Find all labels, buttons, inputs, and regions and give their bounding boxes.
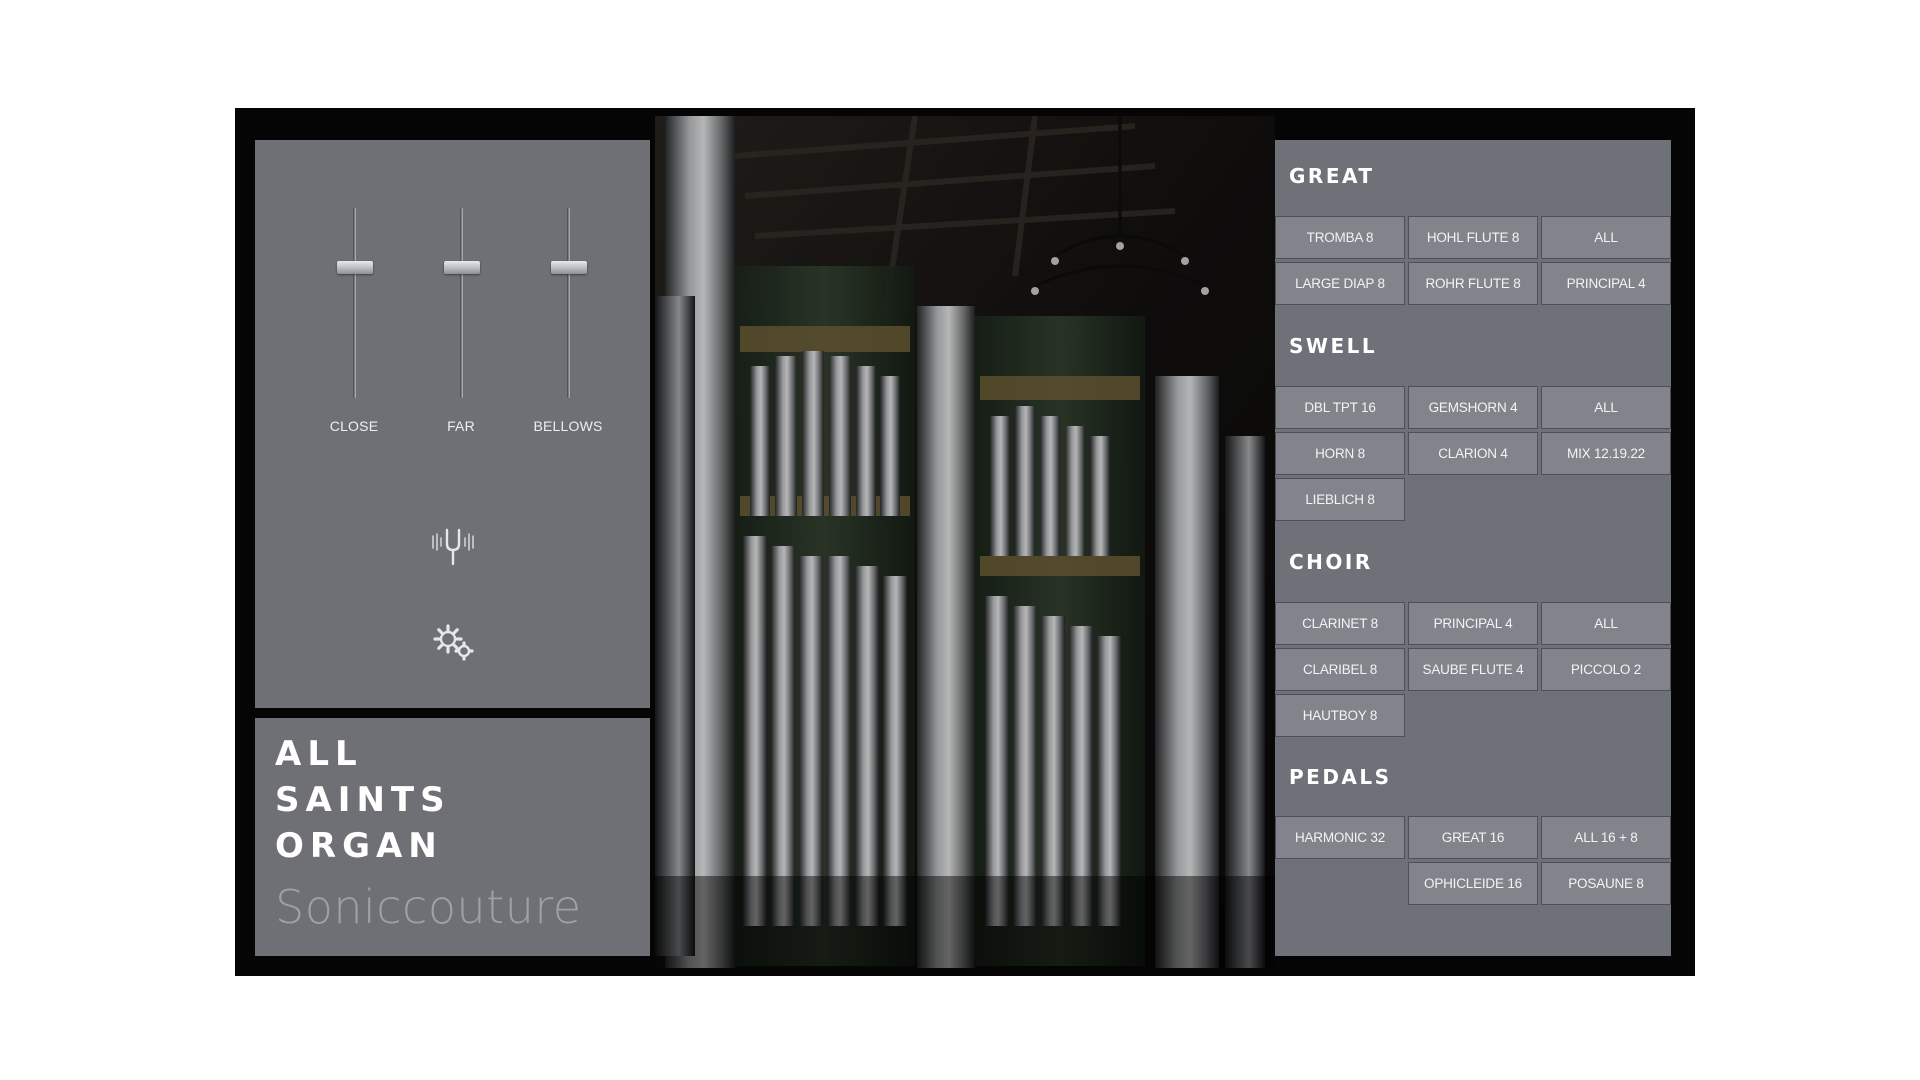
- tuning-fork-icon[interactable]: [430, 526, 476, 568]
- stop-great-hohl-flute-8[interactable]: HOHL FLUTE 8: [1408, 216, 1538, 259]
- stop-great-principal-4[interactable]: PRINCIPAL 4: [1541, 262, 1671, 305]
- far-fader[interactable]: FAR: [416, 208, 506, 438]
- stop-great-tromba-8[interactable]: TROMBA 8: [1275, 216, 1405, 259]
- stop-choir-principal-4[interactable]: PRINCIPAL 4: [1408, 602, 1538, 645]
- stop-swell-dbl-tpt-16[interactable]: DBL TPT 16: [1275, 386, 1405, 429]
- close-fader-handle[interactable]: [337, 261, 373, 274]
- title-line-2: SAINTS: [275, 780, 451, 820]
- far-fader-handle[interactable]: [444, 261, 480, 274]
- title-line-3: ORGAN: [275, 826, 443, 866]
- stop-swell-lieblich-8[interactable]: LIEBLICH 8: [1275, 478, 1405, 521]
- great-header: GREAT: [1289, 164, 1375, 188]
- stop-swell-gemshorn-4[interactable]: GEMSHORN 4: [1408, 386, 1538, 429]
- stop-pedals-harmonic-32[interactable]: HARMONIC 32: [1275, 816, 1405, 859]
- organ-photo: [655, 116, 1275, 968]
- pedals-header: PEDALS: [1289, 765, 1392, 789]
- stops-panel: GREAT TROMBA 8 HOHL FLUTE 8 ALL LARGE DI…: [1275, 140, 1671, 956]
- stop-great-large-diap-8[interactable]: LARGE DIAP 8: [1275, 262, 1405, 305]
- stop-choir-hautboy-8[interactable]: HAUTBOY 8: [1275, 694, 1405, 737]
- title-line-1: ALL: [275, 734, 363, 774]
- stop-swell-mix-12-19-22[interactable]: MIX 12.19.22: [1541, 432, 1671, 475]
- choir-header: CHOIR: [1289, 550, 1373, 574]
- mixer-panel: CLOSE FAR BELLOWS: [255, 140, 650, 708]
- stop-great-all[interactable]: ALL: [1541, 216, 1671, 259]
- stop-pedals-great-16[interactable]: GREAT 16: [1408, 816, 1538, 859]
- settings-gears-icon[interactable]: [433, 624, 475, 662]
- stop-great-rohr-flute-8[interactable]: ROHR FLUTE 8: [1408, 262, 1538, 305]
- stop-pedals-posaune-8[interactable]: POSAUNE 8: [1541, 862, 1671, 905]
- title-panel: ALL SAINTS ORGAN Soniccouture: [255, 718, 650, 956]
- bellows-fader-label: BELLOWS: [533, 418, 603, 434]
- swell-header: SWELL: [1289, 334, 1378, 358]
- bellows-fader-handle[interactable]: [551, 261, 587, 274]
- stop-swell-clarion-4[interactable]: CLARION 4: [1408, 432, 1538, 475]
- stop-swell-all[interactable]: ALL: [1541, 386, 1671, 429]
- close-fader[interactable]: CLOSE: [309, 208, 399, 438]
- stop-pedals-all-16-8[interactable]: ALL 16 + 8: [1541, 816, 1671, 859]
- stop-choir-all[interactable]: ALL: [1541, 602, 1671, 645]
- stop-choir-saube-flute-4[interactable]: SAUBE FLUTE 4: [1408, 648, 1538, 691]
- brand-logo-text: Soniccouture: [275, 880, 582, 934]
- stop-choir-clarinet-8[interactable]: CLARINET 8: [1275, 602, 1405, 645]
- organ-photo-illustration: [655, 116, 1275, 968]
- stop-pedals-ophicleide-16[interactable]: OPHICLEIDE 16: [1408, 862, 1538, 905]
- stop-choir-piccolo-2[interactable]: PICCOLO 2: [1541, 648, 1671, 691]
- stop-swell-horn-8[interactable]: HORN 8: [1275, 432, 1405, 475]
- instrument-window: CLOSE FAR BELLOWS ALL SAINTS ORGAN Sonic…: [235, 108, 1695, 976]
- far-fader-track: [460, 208, 463, 398]
- stop-choir-claribel-8[interactable]: CLARIBEL 8: [1275, 648, 1405, 691]
- far-fader-label: FAR: [447, 418, 475, 434]
- close-fader-label: CLOSE: [329, 418, 379, 434]
- bellows-fader[interactable]: BELLOWS: [523, 208, 613, 438]
- bellows-fader-track: [567, 208, 570, 398]
- close-fader-track: [353, 208, 356, 398]
